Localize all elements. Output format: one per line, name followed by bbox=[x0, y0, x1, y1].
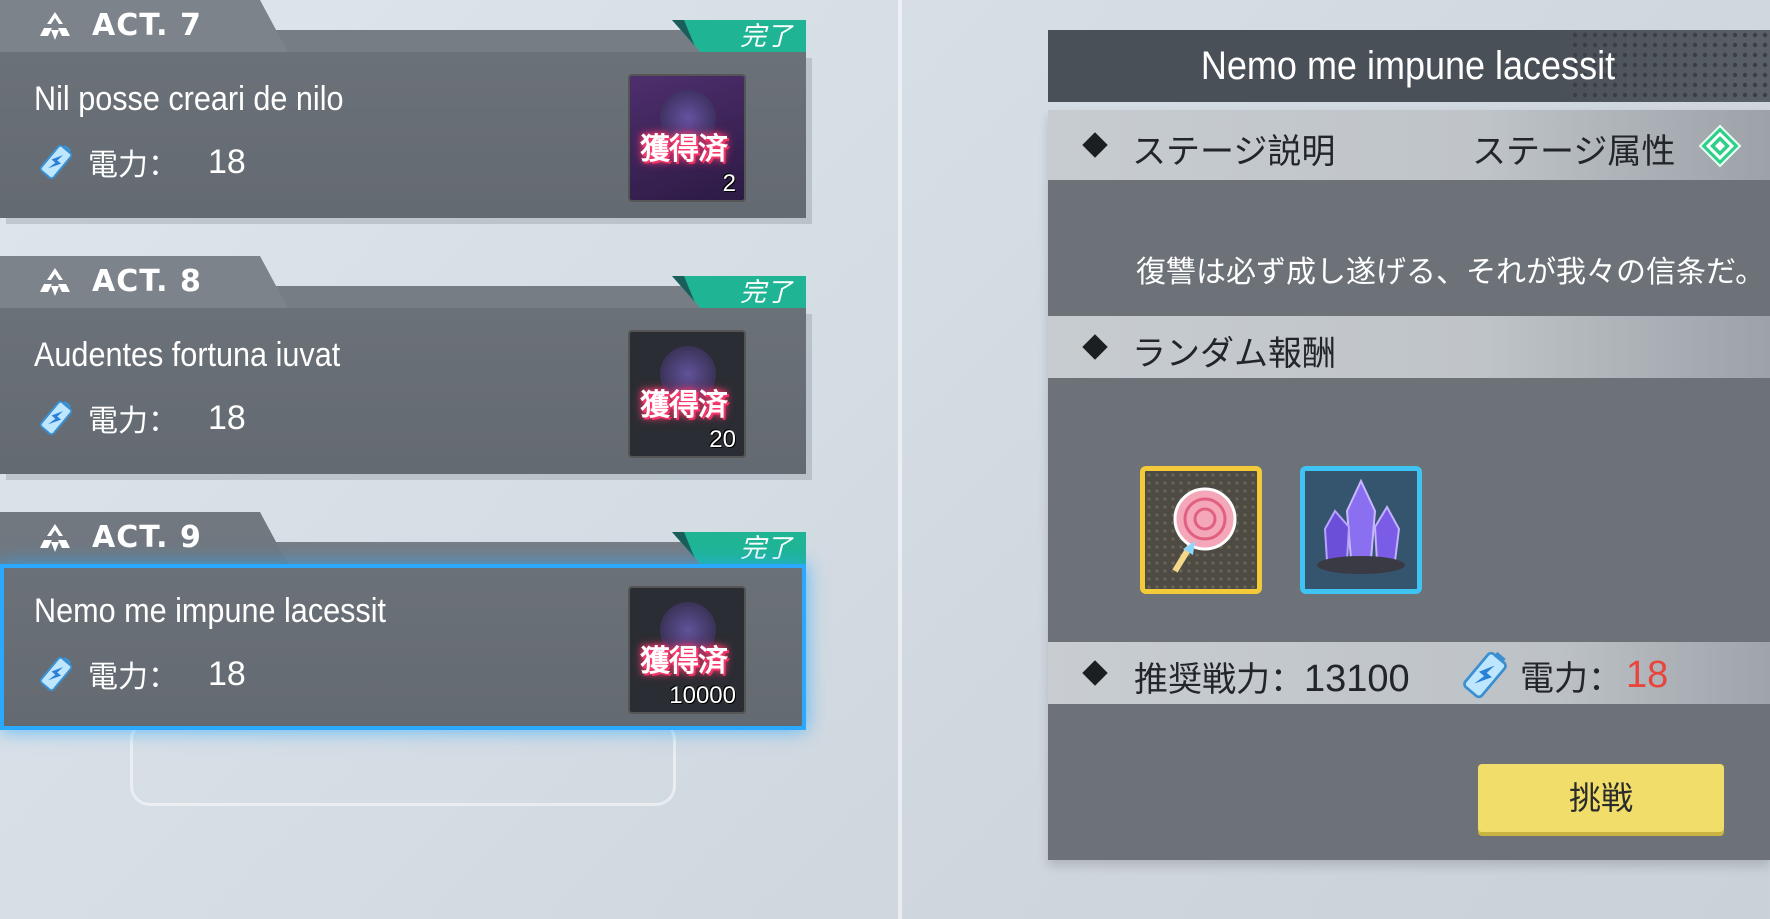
act-label: ACT. 8 bbox=[92, 264, 202, 299]
random-reward-header: ランダム報酬 bbox=[1048, 316, 1770, 378]
energy-value: 18 bbox=[208, 398, 246, 437]
reward-item-crystal[interactable] bbox=[1300, 466, 1422, 594]
diamond-bullet-icon bbox=[1082, 660, 1108, 686]
panel-energy-label: 電力： bbox=[1520, 658, 1622, 699]
energy-label: 電力： bbox=[88, 660, 178, 695]
energy-value: 18 bbox=[208, 142, 246, 181]
act-card[interactable]: ACT. 7 完了 Nil posse creari de nilo 電力： 1… bbox=[0, 0, 806, 222]
stage-title: Nemo me impune lacessit bbox=[34, 592, 387, 630]
obtained-stamp: 獲得済 bbox=[640, 388, 728, 423]
challenge-button[interactable]: 挑戦 bbox=[1478, 764, 1724, 832]
panel-title-bar: Nemo me impune lacessit bbox=[1048, 30, 1770, 102]
obtained-stamp: 獲得済 bbox=[640, 644, 728, 679]
energy-label: 電力： bbox=[88, 404, 178, 439]
act-card[interactable]: ACT. 8 完了 Audentes fortuna iuvat 電力： 18 … bbox=[0, 256, 806, 478]
energy-battery-icon bbox=[1463, 651, 1507, 699]
act-label: ACT. 7 bbox=[92, 8, 202, 43]
energy-cost: 電力： 18 bbox=[36, 652, 246, 696]
diamond-bullet-icon bbox=[1082, 334, 1108, 360]
stage-description-header: ステージ説明 ステージ属性 bbox=[1048, 110, 1770, 180]
stage-title: Audentes fortuna iuvat bbox=[34, 336, 341, 374]
completed-label: 完了 bbox=[739, 22, 792, 52]
act-emblem-icon bbox=[40, 268, 70, 296]
bg-divider bbox=[898, 0, 902, 919]
energy-cost: 電力： 18 bbox=[36, 396, 246, 440]
reward-quantity: 10000 bbox=[669, 682, 736, 709]
reward-item-candy[interactable] bbox=[1140, 466, 1262, 594]
recommended-power-value: 13100 bbox=[1304, 658, 1410, 700]
stage-attribute-label: ステージ属性 bbox=[1472, 132, 1676, 172]
random-reward-list bbox=[1140, 466, 1422, 594]
obtained-stamp: 獲得済 bbox=[640, 132, 728, 167]
stage-description-label: ステージ説明 bbox=[1132, 132, 1336, 172]
reward-quantity: 20 bbox=[709, 426, 736, 453]
panel-energy-cost: 電力： 18 bbox=[1458, 648, 1668, 702]
act-emblem-icon bbox=[40, 12, 70, 40]
purple-crystal-icon bbox=[1305, 471, 1417, 589]
stage-attribute-icon[interactable] bbox=[1698, 124, 1742, 168]
energy-battery-icon bbox=[39, 400, 73, 436]
stage-title: Nil posse creari de nilo bbox=[34, 80, 344, 118]
energy-value: 18 bbox=[208, 654, 246, 693]
act-card[interactable]: ACT. 9 完了 Nemo me impune lacessit 電力： 18… bbox=[0, 512, 806, 734]
reward-quantity: 2 bbox=[722, 170, 736, 197]
completed-label: 完了 bbox=[739, 278, 792, 308]
reward-thumbnail[interactable]: 獲得済 10000 bbox=[628, 586, 746, 714]
recommended-power-label: 推奨戦力： bbox=[1134, 660, 1304, 700]
energy-battery-icon bbox=[39, 656, 73, 692]
panel-title: Nemo me impune lacessit bbox=[1200, 44, 1616, 88]
reward-thumbnail[interactable]: 獲得済 2 bbox=[628, 74, 746, 202]
diamond-bullet-icon bbox=[1082, 132, 1108, 158]
act-emblem-icon bbox=[40, 524, 70, 552]
panel-energy-value: 18 bbox=[1626, 653, 1669, 696]
stage-detail-panel: Nemo me impune lacessit ステージ説明 ステージ属性 復讐… bbox=[1048, 30, 1770, 860]
reward-thumbnail[interactable]: 獲得済 20 bbox=[628, 330, 746, 458]
completed-label: 完了 bbox=[739, 534, 792, 564]
energy-label: 電力： bbox=[88, 148, 178, 183]
stage-description-text: 復讐は必ず成し遂げる、それが我々の信条だ。 bbox=[1136, 255, 1766, 290]
recommended-power-row: 推奨戦力：13100 電力： 18 bbox=[1048, 642, 1770, 704]
random-reward-label: ランダム報酬 bbox=[1132, 334, 1336, 374]
recommended-power: 推奨戦力：13100 bbox=[1134, 652, 1410, 701]
act-label: ACT. 9 bbox=[92, 520, 202, 555]
candy-icon bbox=[1145, 471, 1257, 589]
energy-battery-icon bbox=[39, 144, 73, 180]
energy-cost: 電力： 18 bbox=[36, 140, 246, 184]
